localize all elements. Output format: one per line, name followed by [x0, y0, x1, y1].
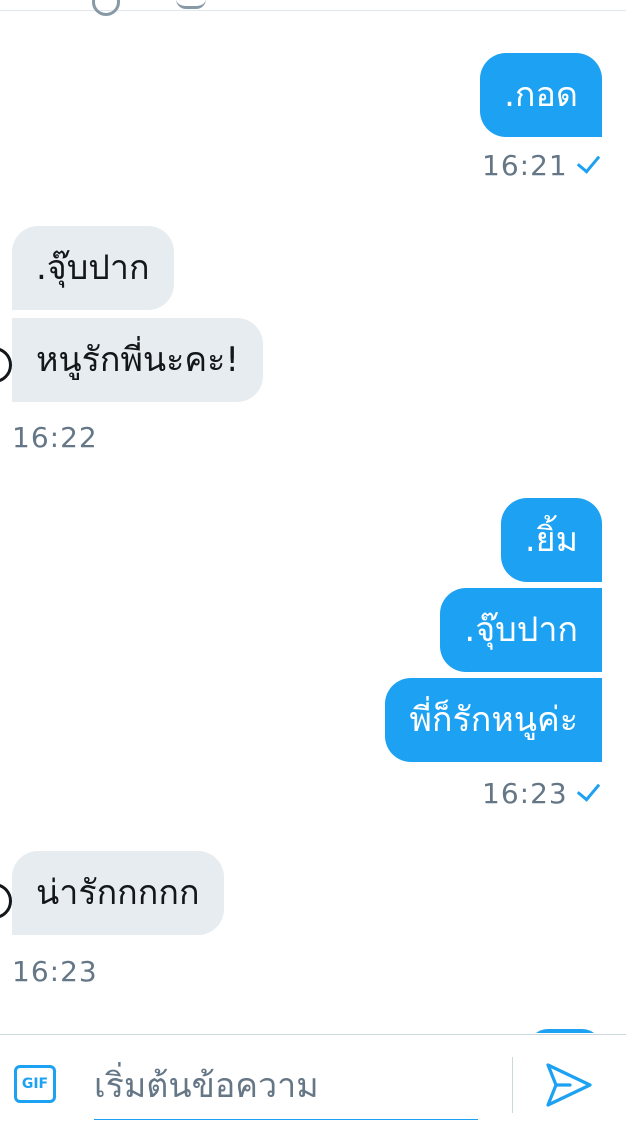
incoming-message-bubble[interactable]: หนูรักพี่นะคะ! — [12, 318, 264, 402]
checkmark-icon — [576, 777, 601, 802]
outgoing-message-bubble[interactable]: .ยิ้ม — [500, 498, 602, 582]
composer-divider — [512, 1057, 513, 1113]
incoming-message-bubble[interactable]: .จุ๊บปาก — [12, 226, 174, 310]
message-timestamp: 16:21 — [482, 149, 568, 182]
message-composer: GIF — [0, 1034, 626, 1132]
message-timestamp: 16:23 — [482, 777, 568, 810]
message-thread[interactable]: .กอด 16:21 .จุ๊บปาก หนูรักพี่นะคะ! 16:22… — [0, 11, 626, 1033]
outgoing-message-bubble[interactable]: .จุ๊บปาก — [440, 588, 602, 672]
conversation-header — [0, 0, 626, 16]
sender-avatar[interactable] — [0, 347, 12, 383]
outgoing-message-bubble[interactable]: พี่ก็รักหนูค่ะ — [385, 678, 602, 762]
gif-button[interactable]: GIF — [14, 1065, 56, 1103]
checkmark-icon — [576, 149, 601, 174]
dm-conversation-screen: .กอด 16:21 .จุ๊บปาก หนูรักพี่นะคะ! 16:22… — [0, 0, 626, 1132]
incoming-message-bubble[interactable]: น่ารักกกกก — [12, 851, 224, 935]
sender-avatar[interactable] — [0, 883, 12, 919]
send-icon — [546, 1063, 592, 1107]
message-timestamp: 16:22 — [12, 421, 98, 454]
send-button[interactable] — [540, 1059, 596, 1111]
outgoing-message-bubble-partial[interactable] — [528, 1029, 602, 1033]
header-text-remnant — [176, 0, 206, 9]
outgoing-message-bubble[interactable]: .กอด — [480, 53, 602, 137]
message-timestamp: 16:23 — [12, 955, 98, 988]
message-input[interactable] — [94, 1053, 478, 1120]
